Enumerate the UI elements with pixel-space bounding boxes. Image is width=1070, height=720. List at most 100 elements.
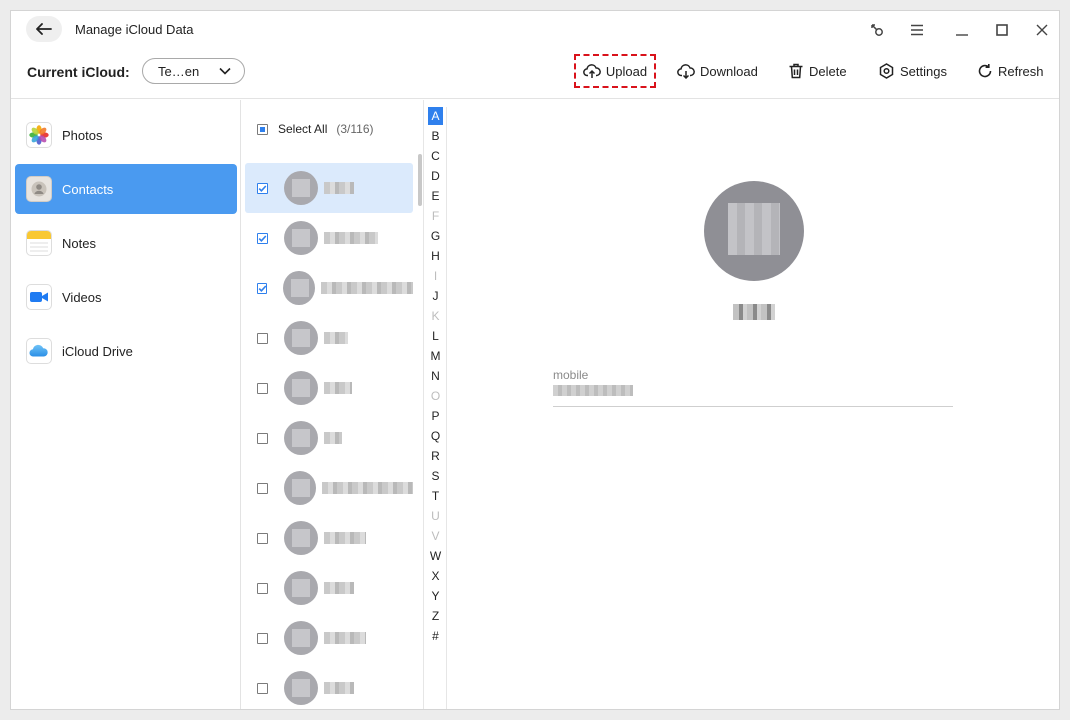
alphabet-letter[interactable]: C [428, 147, 443, 165]
close-icon [1036, 24, 1048, 36]
selection-count: (3/116) [336, 122, 374, 136]
contact-row[interactable] [245, 413, 413, 463]
settings-button[interactable]: Settings [878, 57, 947, 85]
contact-row[interactable] [245, 663, 413, 709]
upload-label: Upload [605, 63, 648, 79]
toolbar: Current iCloud: Te…en Upload Download De… [11, 49, 1059, 99]
menu-button[interactable] [906, 19, 928, 41]
contact-row[interactable] [245, 563, 413, 613]
back-button[interactable] [26, 16, 62, 42]
contact-name-blurred [324, 382, 352, 394]
maximize-icon [996, 24, 1008, 36]
sidebar-item-photos[interactable]: Photos [15, 110, 237, 160]
alphabet-letter[interactable]: P [428, 407, 443, 425]
contact-name-blurred [324, 582, 354, 594]
contact-row[interactable] [245, 213, 413, 263]
upload-button[interactable]: Upload [574, 54, 656, 88]
alphabet-letter[interactable]: # [428, 627, 443, 645]
alphabet-letter[interactable]: M [428, 347, 443, 365]
contact-name-blurred [324, 432, 342, 444]
alphabet-letter[interactable]: H [428, 247, 443, 265]
alphabet-letter[interactable]: E [428, 187, 443, 205]
key-button[interactable] [866, 19, 888, 41]
alphabet-letter[interactable]: A [428, 107, 443, 125]
cloud-download-icon [677, 64, 695, 79]
alphabet-letter[interactable]: G [428, 227, 443, 245]
sidebar-item-label: Photos [62, 127, 103, 143]
settings-label: Settings [900, 63, 947, 79]
account-dropdown[interactable]: Te…en [142, 58, 245, 84]
row-checkbox[interactable] [257, 382, 268, 394]
alphabet-letter: U [431, 509, 440, 523]
alphabet-letter: V [431, 529, 440, 543]
row-checkbox[interactable] [257, 482, 268, 494]
contact-row[interactable] [245, 313, 413, 363]
sidebar-item-contacts[interactable]: Contacts [15, 164, 237, 214]
row-checkbox[interactable] [257, 232, 268, 244]
sidebar-item-notes[interactable]: Notes [15, 218, 237, 268]
row-checkbox[interactable] [257, 682, 268, 694]
contact-avatar [284, 371, 318, 405]
row-checkbox[interactable] [257, 182, 268, 194]
sidebar-item-label: Notes [62, 235, 96, 251]
alphabet-letter[interactable]: Q [428, 427, 443, 445]
trash-icon [789, 63, 803, 79]
row-checkbox[interactable] [257, 332, 268, 344]
chevron-down-icon [219, 67, 231, 75]
alphabet-letter[interactable]: B [428, 127, 443, 145]
alphabet-letter[interactable]: X [428, 567, 443, 585]
contact-avatar [284, 671, 318, 705]
contact-row[interactable] [245, 613, 413, 663]
app-window: Manage iCloud Data Current iCloud: Te…en… [10, 10, 1060, 710]
refresh-button[interactable]: Refresh [977, 57, 1044, 85]
contact-avatar [283, 471, 316, 505]
contact-row[interactable] [245, 263, 414, 313]
alphabet-letter[interactable]: S [428, 467, 443, 485]
alphabet-letter[interactable]: R [428, 447, 443, 465]
maximize-button[interactable] [991, 19, 1013, 41]
row-checkbox[interactable] [257, 582, 268, 594]
close-button[interactable] [1031, 19, 1053, 41]
contact-row[interactable] [245, 513, 413, 563]
download-button[interactable]: Download [677, 57, 758, 85]
alphabet-letter[interactable]: D [428, 167, 443, 185]
alphabet-letter[interactable]: J [428, 287, 443, 305]
account-name: Te…en [158, 63, 200, 79]
contact-list: Select All (3/116) [242, 100, 424, 709]
row-checkbox[interactable] [257, 432, 268, 444]
photos-icon [26, 122, 52, 148]
alphabet-letter[interactable]: T [428, 487, 443, 505]
list-scrollbar[interactable] [418, 154, 422, 206]
contact-name-blurred [733, 304, 775, 320]
mobile-field-value-blurred [553, 385, 633, 396]
contact-row[interactable] [245, 163, 413, 213]
alphabet-letter[interactable]: Z [428, 607, 443, 625]
cloud-upload-icon [583, 64, 601, 78]
select-all-row[interactable]: Select All (3/116) [257, 122, 374, 136]
checkmark-icon [258, 234, 267, 242]
sidebar-item-icloud-drive[interactable]: iCloud Drive [15, 326, 237, 376]
alphabet-letter: K [431, 309, 440, 323]
contact-avatar [284, 421, 318, 455]
contact-avatar [284, 171, 318, 205]
row-checkbox[interactable] [257, 632, 268, 644]
sidebar-item-label: iCloud Drive [62, 343, 133, 359]
contact-avatar [284, 621, 318, 655]
row-checkbox[interactable] [257, 532, 268, 544]
videos-icon [26, 284, 52, 310]
alphabet-index: A B C D E F G H I J K L M N O P Q R S T U V W X Y Z # [425, 107, 447, 709]
sidebar-item-videos[interactable]: Videos [15, 272, 237, 322]
contact-row[interactable] [245, 463, 413, 513]
select-all-checkbox[interactable] [257, 123, 268, 135]
alphabet-letter[interactable]: L [428, 327, 443, 345]
alphabet-letter[interactable]: Y [428, 587, 443, 605]
row-checkbox[interactable] [257, 282, 268, 294]
delete-button[interactable]: Delete [788, 57, 847, 85]
alphabet-letter[interactable]: W [428, 547, 443, 565]
contact-avatar [284, 321, 318, 355]
contact-name-blurred [321, 482, 413, 494]
minimize-button[interactable] [951, 19, 973, 41]
contacts-icon [26, 176, 52, 202]
contact-row[interactable] [245, 363, 413, 413]
alphabet-letter[interactable]: N [428, 367, 443, 385]
